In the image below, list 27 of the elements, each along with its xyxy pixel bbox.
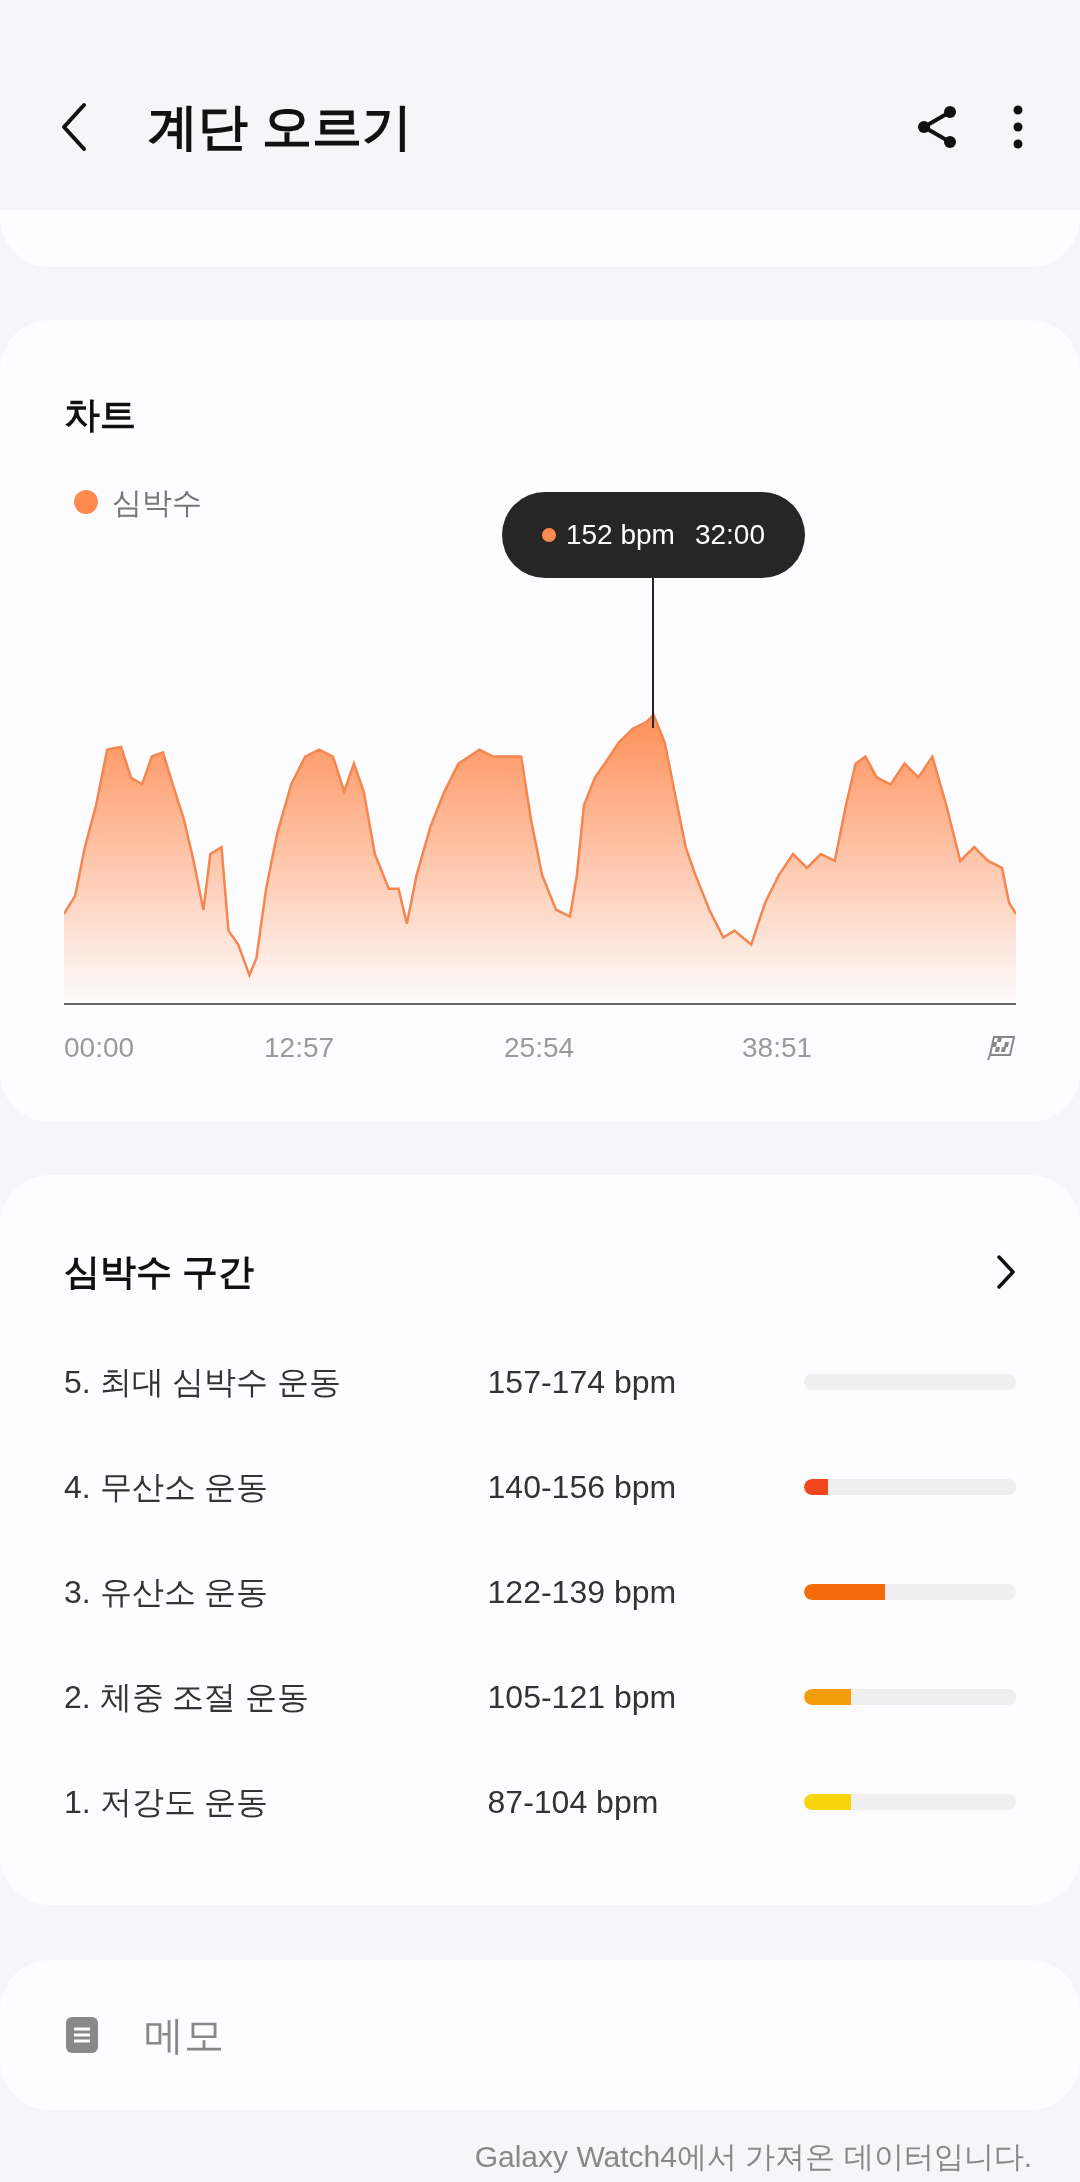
- zone-range: 140-156 bpm: [487, 1467, 678, 1507]
- tooltip-time: 32:00: [694, 518, 765, 552]
- note-icon: [64, 2015, 100, 2055]
- zone-name: 3. 유산소 운동: [64, 1572, 270, 1612]
- footer-note: Galaxy Watch4에서 가져온 데이터입니다.: [474, 2139, 1032, 2175]
- zone-range: 87-104 bpm: [487, 1782, 660, 1822]
- zone-name: 5. 최대 심박수 운동: [64, 1362, 343, 1402]
- zone-name: 2. 체중 조절 운동: [64, 1677, 311, 1717]
- card-title: 심박수 구간: [64, 1250, 254, 1294]
- tooltip-value: 152 bpm: [565, 518, 675, 552]
- zone-name: 1. 저강도 운동: [64, 1782, 270, 1822]
- zone-range: 105-121 bpm: [487, 1677, 678, 1717]
- finish-flag-icon: [986, 1035, 1016, 1061]
- memo-card[interactable]: 메모: [0, 1960, 1080, 2110]
- axis-label: 25:54: [504, 1032, 575, 1063]
- page-title: 계단 오르기: [148, 97, 413, 157]
- axis-label: 38:51: [742, 1032, 813, 1063]
- axis-label: 12:57: [264, 1032, 335, 1063]
- chevron-right-icon[interactable]: [996, 1254, 1016, 1290]
- memo-label: 메모: [144, 2012, 224, 2059]
- axis-label: 00:00: [64, 1032, 135, 1063]
- legend-label: 심박수: [112, 484, 202, 521]
- zone-name: 4. 무산소 운동: [64, 1467, 270, 1507]
- card-title: 차트: [64, 393, 137, 437]
- more-icon[interactable]: [1012, 105, 1024, 149]
- zone-range: 122-139 bpm: [487, 1572, 678, 1612]
- zone-range: 157-174 bpm: [487, 1362, 678, 1402]
